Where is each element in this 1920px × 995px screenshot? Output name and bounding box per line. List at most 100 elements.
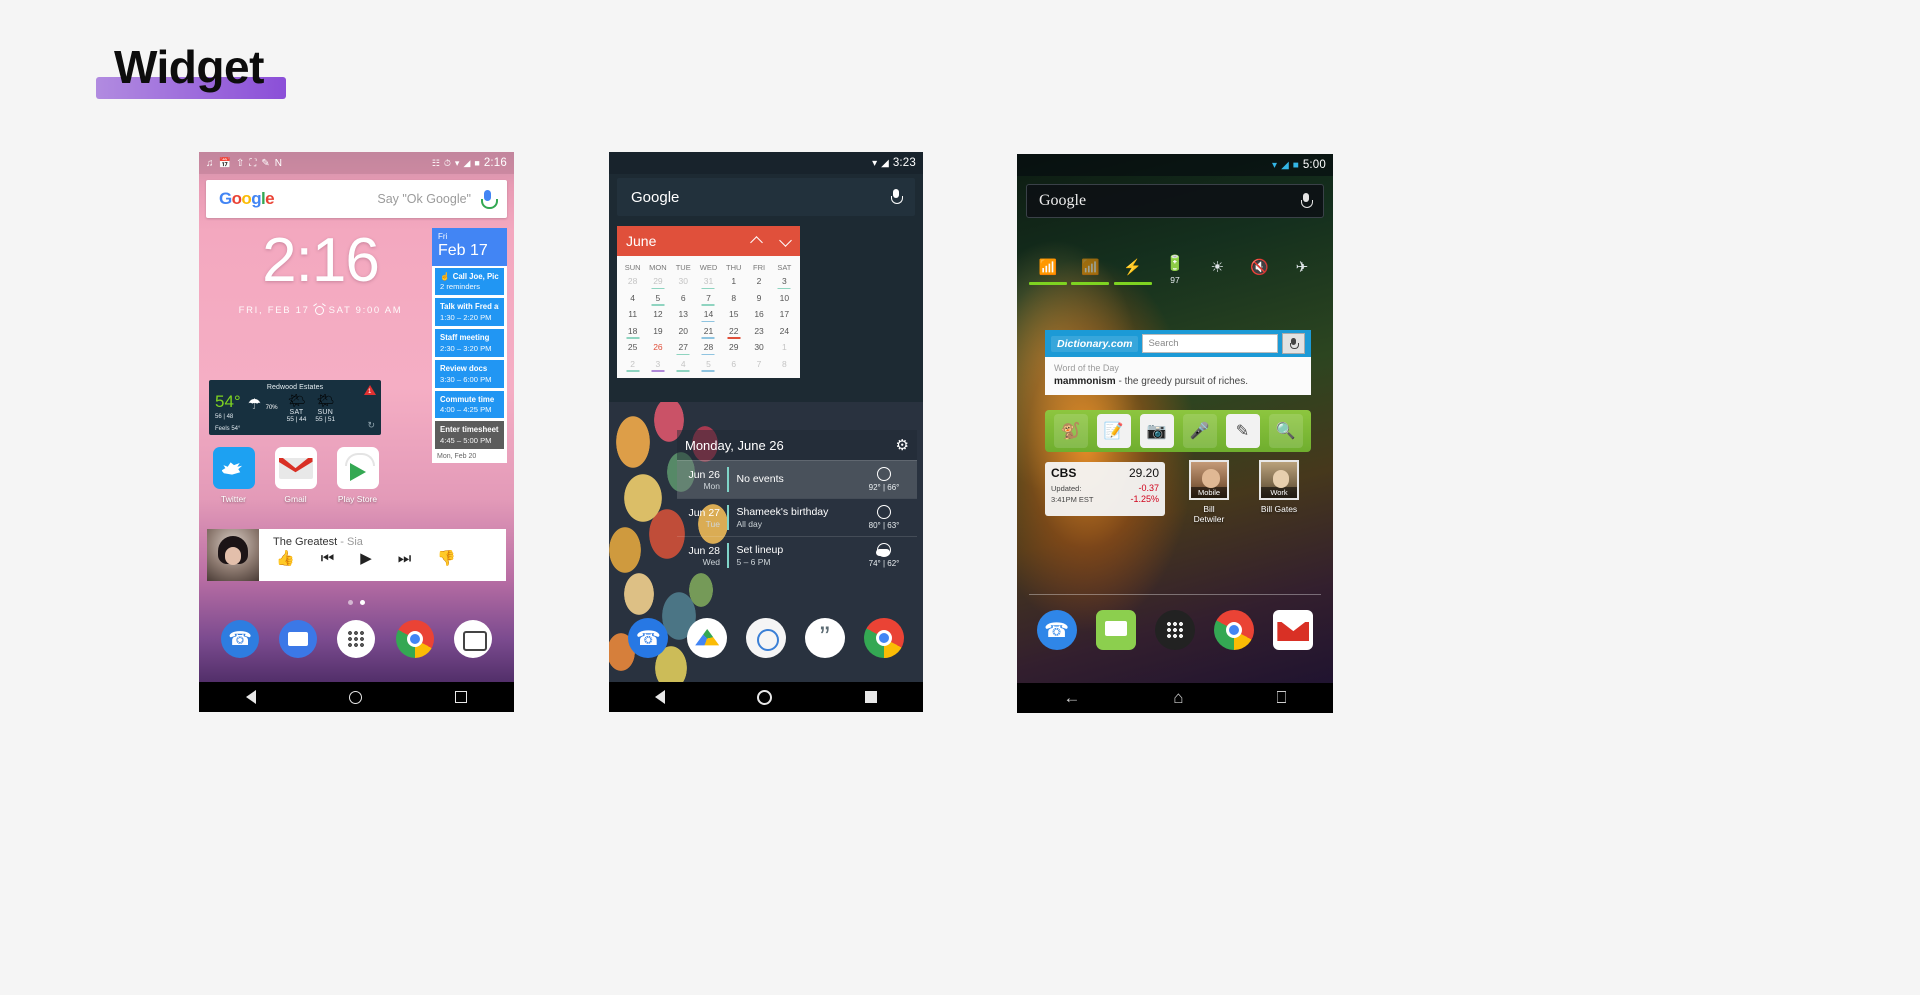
calendar-day[interactable]: 29 bbox=[721, 340, 746, 357]
dictionary-widget-3[interactable]: Dictionary.com Search Word of the Day ma… bbox=[1045, 330, 1311, 395]
calendar-day[interactable]: 4 bbox=[620, 290, 645, 307]
calendar-day[interactable]: 6 bbox=[671, 290, 696, 307]
phone-icon[interactable] bbox=[1036, 610, 1077, 650]
calendar-day[interactable]: 3 bbox=[772, 274, 797, 291]
calendar-day[interactable]: 7 bbox=[746, 356, 771, 373]
list-item[interactable]: ☝Call Joe, Pick up r 2 reminders bbox=[435, 267, 504, 296]
toggle-battery[interactable]: 🔋 97 bbox=[1156, 254, 1194, 285]
audio-note-icon[interactable]: 🎤 bbox=[1182, 414, 1217, 448]
gmail-icon[interactable] bbox=[1273, 610, 1314, 650]
music-player-widget-1[interactable]: The Greatest - Sia 👍 ⏮ ▶ ⏭ 👎 bbox=[207, 529, 506, 581]
evernote-widget-3[interactable]: 🐒 📝 📷 🎤 ✎ 🔍 bbox=[1045, 410, 1311, 452]
weather-alert-icon[interactable]: 1 bbox=[364, 385, 376, 395]
contact-shortcut[interactable]: Mobile Bill Detwiler bbox=[1187, 460, 1231, 524]
calendar-day[interactable]: 3 bbox=[645, 356, 670, 373]
toggle-wifi-off[interactable]: 📶 bbox=[1071, 258, 1110, 285]
calendar-day[interactable]: 1 bbox=[721, 274, 746, 291]
calendar-day[interactable]: 2 bbox=[620, 356, 645, 373]
calendar-day[interactable]: 27 bbox=[671, 340, 696, 357]
home-icon[interactable] bbox=[757, 689, 773, 705]
calendar-day[interactable]: 29 bbox=[645, 274, 670, 291]
calendar-day[interactable]: 31 bbox=[696, 274, 721, 291]
play-icon[interactable]: ▶ bbox=[360, 551, 372, 566]
calendar-day[interactable]: 13 bbox=[671, 307, 696, 324]
phone-icon[interactable] bbox=[221, 620, 260, 658]
calendar-day[interactable]: 4 bbox=[671, 356, 696, 373]
page-dot[interactable] bbox=[348, 600, 353, 605]
list-item[interactable]: Talk with Fred about 1:30 – 2:20 PM bbox=[435, 298, 504, 327]
search-input[interactable]: Search bbox=[1142, 334, 1278, 353]
calendar-day[interactable]: 30 bbox=[671, 274, 696, 291]
snapshot-icon[interactable]: 📷 bbox=[1139, 414, 1174, 448]
camera-icon[interactable] bbox=[453, 620, 492, 658]
mic-icon[interactable] bbox=[1282, 333, 1305, 354]
table-row[interactable]: Jun 26 Mon No events 92° | 66° bbox=[677, 460, 917, 498]
back-icon[interactable] bbox=[245, 690, 256, 704]
new-note-icon[interactable]: 📝 bbox=[1096, 414, 1131, 448]
toggle-brightness[interactable]: ☀ bbox=[1198, 258, 1236, 285]
app-twitter[interactable]: Twitter bbox=[211, 447, 256, 504]
refresh-icon[interactable]: ↻ bbox=[367, 420, 375, 431]
calendar-day[interactable]: 8 bbox=[772, 356, 797, 373]
calendar-day[interactable]: 2 bbox=[746, 274, 771, 291]
table-row[interactable]: Jun 28 Wed Set lineup 5 – 6 PM 74° | 62° bbox=[677, 536, 917, 574]
weather-widget-1[interactable]: 1 Redwood Estates 54° 56 | 48 Feels 54° … bbox=[209, 380, 381, 435]
calendar-day[interactable]: 9 bbox=[746, 290, 771, 307]
calendar-day[interactable]: 18 bbox=[620, 323, 645, 340]
search-icon[interactable]: 🔍 bbox=[1268, 414, 1303, 448]
thumbs-up-icon[interactable]: 👍 bbox=[276, 551, 295, 566]
calendar-day[interactable]: 22 bbox=[721, 323, 746, 340]
toggle-wifi[interactable]: 📶 bbox=[1029, 258, 1067, 285]
google-search-bar-3[interactable]: Google bbox=[1026, 184, 1324, 218]
recents-icon[interactable] bbox=[864, 691, 877, 703]
chevron-down-icon[interactable] bbox=[780, 236, 791, 247]
calendar-day[interactable]: 24 bbox=[772, 323, 797, 340]
list-item[interactable]: Staff meeting 2:30 – 3:20 PM bbox=[435, 329, 504, 357]
list-item[interactable]: Commute time 4:00 – 4:25 PM bbox=[435, 390, 504, 419]
calendar-day[interactable]: 16 bbox=[746, 307, 771, 324]
toggle-mute[interactable]: 🔇 bbox=[1241, 258, 1279, 285]
calendar-day[interactable]: 7 bbox=[696, 290, 721, 307]
home-icon[interactable] bbox=[348, 690, 362, 704]
drive-icon[interactable] bbox=[687, 618, 728, 658]
quote-icon[interactable] bbox=[804, 618, 845, 658]
handwriting-icon[interactable]: ✎ bbox=[1225, 414, 1260, 448]
calendar-day[interactable]: 8 bbox=[721, 290, 746, 307]
calendar-agenda-widget-1[interactable]: Fri Feb 17 ☝Call Joe, Pick up r 2 remind… bbox=[432, 228, 507, 463]
toggle-airplane[interactable]: ✈ bbox=[1283, 258, 1321, 285]
chrome-icon[interactable] bbox=[863, 618, 904, 658]
calendar-day[interactable]: 25 bbox=[620, 340, 645, 357]
calendar-day[interactable]: 12 bbox=[645, 307, 670, 324]
calendar-day[interactable]: 21 bbox=[696, 323, 721, 340]
chevron-up-icon[interactable] bbox=[751, 236, 762, 247]
calendar-day[interactable]: 6 bbox=[721, 356, 746, 373]
contact-shortcut[interactable]: Work Bill Gates bbox=[1257, 460, 1301, 514]
recents-icon[interactable]: ⎕ bbox=[1276, 688, 1286, 708]
camera-icon[interactable] bbox=[745, 618, 786, 658]
messages-icon[interactable] bbox=[279, 620, 318, 658]
calendar-day[interactable]: 28 bbox=[696, 340, 721, 357]
clock-widget-1[interactable]: 2:16 FRI, FEB 17 SAT 9:00 AM bbox=[213, 230, 428, 317]
evernote-icon[interactable]: 🐒 bbox=[1053, 414, 1088, 448]
calendar-day[interactable]: 14 bbox=[696, 307, 721, 324]
calendar-day[interactable]: 1 bbox=[772, 340, 797, 357]
calendar-day[interactable]: 5 bbox=[696, 356, 721, 373]
calendar-day[interactable]: 11 bbox=[620, 307, 645, 324]
chrome-icon[interactable] bbox=[395, 620, 434, 658]
calendar-day[interactable]: 20 bbox=[671, 323, 696, 340]
dislike-icon[interactable]: 👎 bbox=[437, 551, 456, 566]
mic-icon[interactable] bbox=[481, 190, 498, 209]
table-row[interactable]: Jun 27 Tue Shameek's birthday All day 80… bbox=[677, 498, 917, 536]
calendar-day[interactable]: 19 bbox=[645, 323, 670, 340]
back-icon[interactable] bbox=[655, 690, 666, 704]
google-search-bar-2[interactable]: Google bbox=[617, 178, 915, 216]
app-gmail[interactable]: Gmail bbox=[273, 447, 318, 504]
next-icon[interactable]: ⏭ bbox=[398, 551, 412, 566]
agenda-widget-2[interactable]: Monday, June 26 ⚙ Jun 26 Mon No events 9… bbox=[677, 430, 917, 574]
chrome-icon[interactable] bbox=[1214, 610, 1255, 650]
stock-widget-3[interactable]: CBS 29.20 Updated: -0.37 3:41PM EST -1.2… bbox=[1045, 462, 1165, 516]
app-drawer-icon[interactable] bbox=[1154, 610, 1195, 650]
google-search-bar-1[interactable]: Google Say "Ok Google" bbox=[206, 180, 507, 218]
calendar-day-today[interactable]: 26 bbox=[645, 340, 670, 357]
calendar-day[interactable]: 28 bbox=[620, 274, 645, 291]
